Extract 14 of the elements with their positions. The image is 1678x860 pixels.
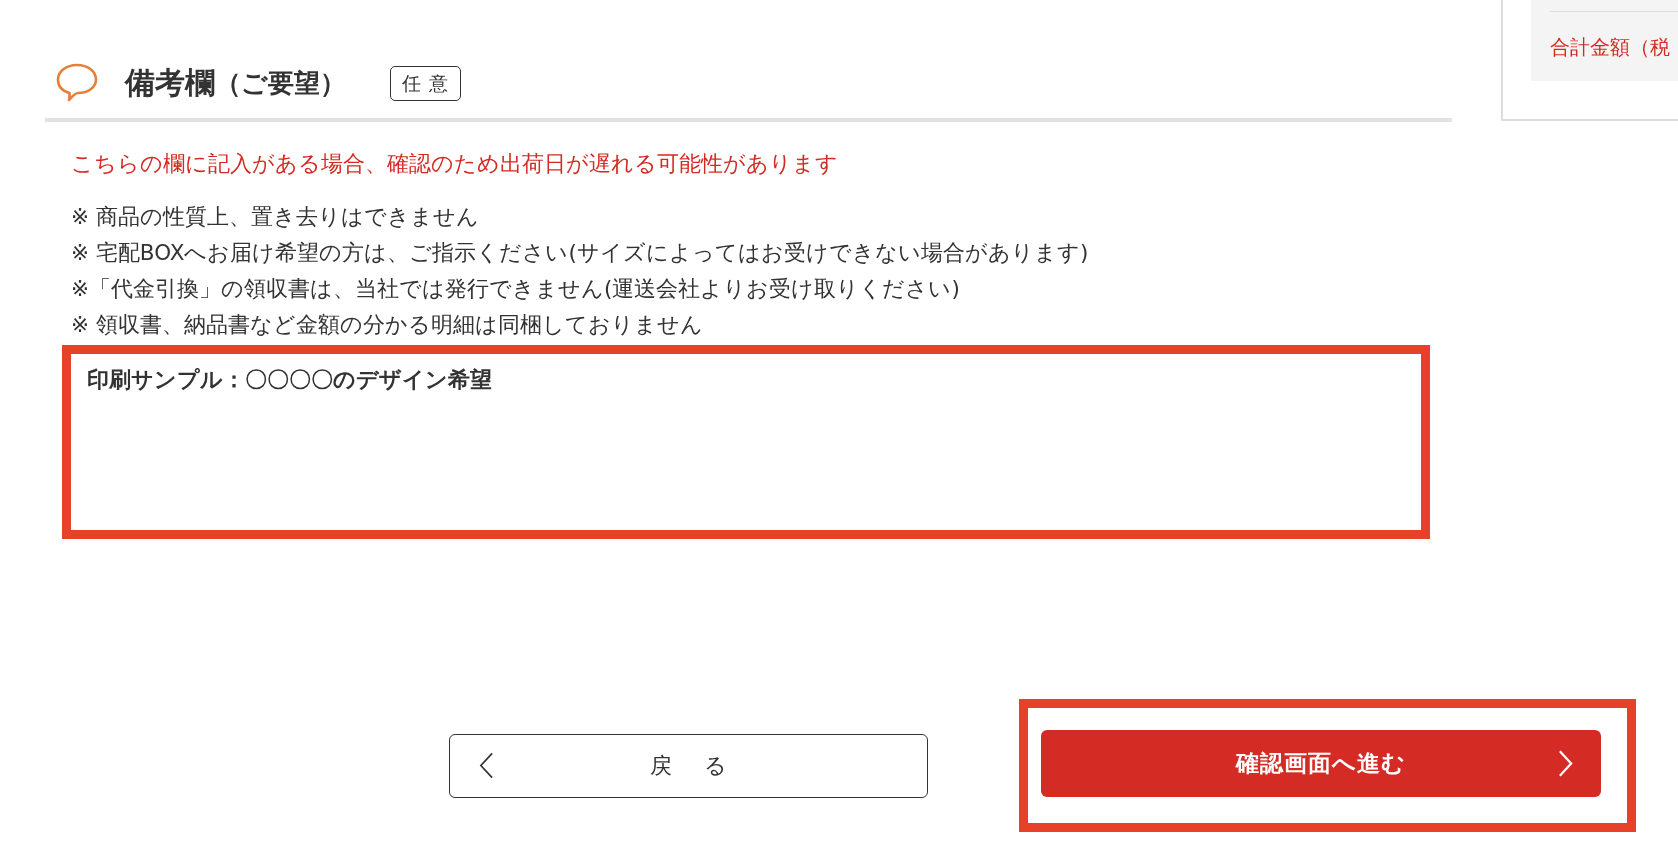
note-text: ※ 宅配BOXへお届け希望の方は、ご指示ください(サイズによってはお受けできない場合があります) xyxy=(71,239,1090,267)
total-label: 合計金額（税 xyxy=(1550,34,1670,61)
back-button[interactable]: 戻る xyxy=(449,733,928,798)
chevron-left-icon xyxy=(479,752,494,779)
optional-badge: 任意 xyxy=(390,65,461,101)
note-text: ※ 商品の性質上、置き去りはできません xyxy=(71,203,480,231)
note-text: ※ 領収書、納品書など金額の分かる明細は同梱しておりません xyxy=(71,311,704,339)
note-text: ※「代金引換」の領収書は、当社では発行できません(運送会社よりお受け取りください) xyxy=(71,275,961,303)
speech-bubble-icon xyxy=(56,62,98,104)
warning-text: こちらの欄に記入がある場合、確認のため出荷日が遅れる可能性があります xyxy=(71,150,839,178)
section-title-note: （ご要望） xyxy=(215,67,346,100)
section-title: 備考欄 xyxy=(125,64,215,102)
chevron-right-icon xyxy=(1557,750,1573,777)
next-button[interactable]: 確認画面へ進む xyxy=(1041,730,1601,797)
